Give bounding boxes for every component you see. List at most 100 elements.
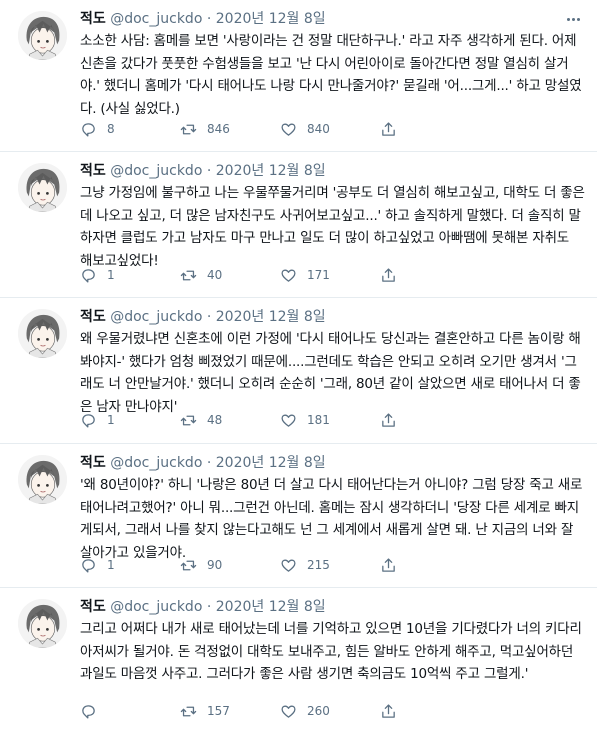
share-icon	[382, 121, 395, 136]
separator: ·	[206, 599, 212, 615]
share-button[interactable]	[380, 267, 400, 284]
tweet-text: 그리고 어쩌다 내가 새로 태어났는데 너를 기억하고 있으면 10년을 기다렸…	[80, 621, 582, 682]
author-handle[interactable]: @doc_juckdo	[110, 163, 202, 179]
share-icon	[382, 412, 395, 427]
share-button[interactable]	[380, 703, 400, 720]
separator: ·	[206, 163, 212, 179]
author-name[interactable]: 적도	[80, 599, 106, 615]
author-handle[interactable]: @doc_juckdo	[110, 309, 202, 325]
like-icon	[281, 123, 296, 136]
tweet[interactable]: 적도 @doc_juckdo · 2020년 12월 8일 그냥 가정임에 불구…	[0, 152, 597, 298]
retweet-icon	[180, 706, 197, 716]
retweet-icon	[180, 560, 197, 570]
tweet-header: 적도 @doc_juckdo · 2020년 12월 8일	[80, 9, 557, 29]
tweet-date[interactable]: 2020년 12월 8일	[216, 599, 326, 615]
tweet-actions: 1 40 171	[80, 265, 400, 285]
tweet-header: 적도 @doc_juckdo · 2020년 12월 8일	[80, 161, 557, 181]
reply-count: 1	[107, 268, 115, 282]
tweet[interactable]: 적도 @doc_juckdo · 2020년 12월 8일 왜 우물거렸냐면 신…	[0, 298, 597, 444]
like-count: 215	[307, 558, 330, 572]
tweet-actions: 157 260	[80, 701, 400, 721]
separator: ·	[206, 455, 212, 471]
like-button[interactable]: 171	[280, 267, 380, 284]
like-icon	[281, 414, 296, 427]
reply-button[interactable]: 1	[80, 267, 180, 284]
reply-icon	[82, 122, 95, 137]
reply-icon	[82, 704, 95, 719]
share-button[interactable]	[380, 121, 400, 138]
retweet-button[interactable]: 157	[180, 703, 280, 720]
reply-count: 1	[107, 413, 115, 427]
reply-button[interactable]: 8	[80, 121, 180, 138]
like-button[interactable]: 181	[280, 412, 380, 429]
like-count: 171	[307, 268, 330, 282]
tweet-text: 왜 우물거렸냐면 신혼초에 이런 가정에 '다시 태어나도 당신과는 결혼안하고…	[80, 331, 581, 415]
avatar[interactable]	[18, 309, 67, 358]
share-icon	[382, 557, 395, 572]
retweet-button[interactable]: 90	[180, 557, 280, 574]
retweet-count: 40	[207, 268, 223, 282]
avatar[interactable]	[18, 163, 67, 212]
tweet-header: 적도 @doc_juckdo · 2020년 12월 8일	[80, 307, 557, 327]
share-icon	[382, 703, 395, 718]
timeline: 적도 @doc_juckdo · 2020년 12월 8일 소소한 사담: 홈메…	[0, 0, 597, 741]
tweet-date[interactable]: 2020년 12월 8일	[216, 11, 326, 27]
tweet-header: 적도 @doc_juckdo · 2020년 12월 8일	[80, 453, 557, 473]
retweet-count: 90	[207, 558, 223, 572]
retweet-icon	[180, 124, 197, 134]
author-handle[interactable]: @doc_juckdo	[110, 455, 202, 471]
author-name[interactable]: 적도	[80, 163, 106, 179]
retweet-button[interactable]: 846	[180, 121, 280, 138]
separator: ·	[206, 309, 212, 325]
retweet-button[interactable]: 48	[180, 412, 280, 429]
share-button[interactable]	[380, 412, 400, 429]
tweet-date[interactable]: 2020년 12월 8일	[216, 163, 326, 179]
share-button[interactable]	[380, 557, 400, 574]
tweet-date[interactable]: 2020년 12월 8일	[216, 455, 326, 471]
like-button[interactable]: 260	[280, 703, 380, 720]
reply-button[interactable]: 1	[80, 412, 180, 429]
reply-icon	[82, 413, 95, 428]
retweet-button[interactable]: 40	[180, 267, 280, 284]
author-handle[interactable]: @doc_juckdo	[110, 11, 202, 27]
tweet-actions: 8 846 840	[80, 119, 400, 139]
tweet-text: 그냥 가정임에 불구하고 나는 우물쭈물거리며 '공부도 더 열심히 해보고싶고…	[80, 185, 585, 269]
reply-icon	[82, 268, 95, 283]
avatar[interactable]	[18, 455, 67, 504]
retweet-count: 157	[207, 704, 230, 718]
separator: ·	[206, 11, 212, 27]
reply-button[interactable]: 1	[80, 557, 180, 574]
reply-button[interactable]	[80, 703, 180, 720]
tweet[interactable]: 적도 @doc_juckdo · 2020년 12월 8일 그리고 어쩌다 내가…	[0, 588, 597, 741]
like-button[interactable]: 840	[280, 121, 380, 138]
like-count: 260	[307, 704, 330, 718]
share-icon	[382, 267, 395, 282]
retweet-icon	[180, 415, 197, 425]
more-icon[interactable]	[563, 9, 583, 29]
avatar[interactable]	[18, 599, 67, 648]
tweet-date[interactable]: 2020년 12월 8일	[216, 309, 326, 325]
author-name[interactable]: 적도	[80, 309, 106, 325]
reply-count: 1	[107, 558, 115, 572]
tweet-actions: 1 90 215	[80, 555, 400, 575]
retweet-count: 48	[207, 413, 223, 427]
author-name[interactable]: 적도	[80, 11, 106, 27]
reply-count: 8	[107, 122, 115, 136]
tweet-text: 소소한 사담: 홈메를 보면 '사랑이라는 건 정말 대단하구나.' 라고 자주…	[80, 33, 582, 117]
tweet-actions: 1 48 181	[80, 410, 400, 430]
like-count: 181	[307, 413, 330, 427]
retweet-count: 846	[207, 122, 230, 136]
like-count: 840	[307, 122, 330, 136]
author-name[interactable]: 적도	[80, 455, 106, 471]
tweet[interactable]: 적도 @doc_juckdo · 2020년 12월 8일 소소한 사담: 홈메…	[0, 0, 597, 152]
author-handle[interactable]: @doc_juckdo	[110, 599, 202, 615]
tweet-header: 적도 @doc_juckdo · 2020년 12월 8일	[80, 597, 557, 617]
like-icon	[281, 705, 296, 718]
retweet-icon	[180, 270, 197, 280]
tweet-text: '왜 80년이야?' 하니 '나랑은 80년 더 살고 다시 태어난다는거 아니…	[80, 477, 583, 561]
tweet[interactable]: 적도 @doc_juckdo · 2020년 12월 8일 '왜 80년이야?'…	[0, 444, 597, 588]
like-button[interactable]: 215	[280, 557, 380, 574]
like-icon	[281, 269, 296, 282]
avatar[interactable]	[18, 11, 67, 60]
reply-icon	[82, 558, 95, 573]
